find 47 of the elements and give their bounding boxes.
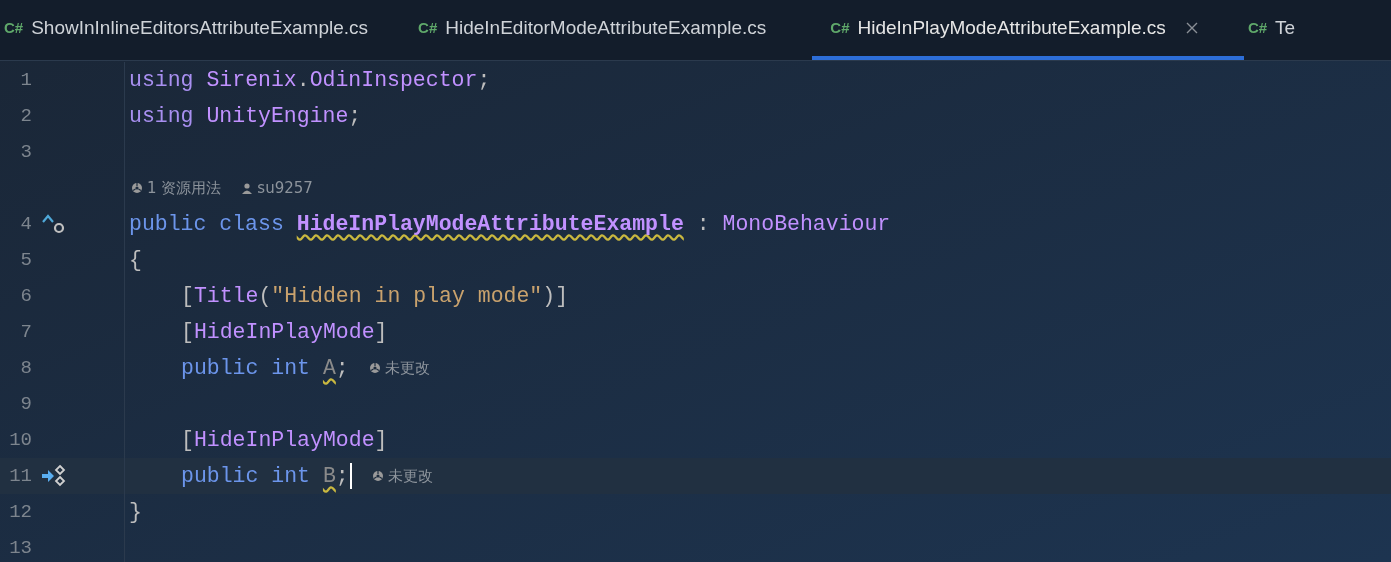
code-line: public class HideInPlayModeAttributeExample : MonoBehaviour [129,210,891,238]
code-line: } [129,498,142,526]
line-number: 1 [19,67,32,93]
unity-icon [368,362,381,374]
close-icon[interactable] [1185,22,1198,34]
line-number: 8 [19,355,32,381]
code-line: public int A; [181,354,349,382]
code-line: [HideInPlayMode] [181,318,388,346]
code-line: public int B; [181,462,349,490]
csharp-label: C# [830,17,850,38]
tab-label: HideInEditorModeAttributeExample.cs [445,15,767,40]
line-number: 9 [19,391,32,417]
text-cursor [349,463,352,489]
code-line: using Sirenix.OdinInspector; [129,66,491,94]
change-hint[interactable]: 未更改 [368,356,430,380]
line-number: 2 [19,103,32,129]
editor-tab[interactable]: C# HideInPlayModeAttributeExample.cs [812,0,1244,60]
csharp-label: C# [418,17,438,38]
person-icon [241,182,254,194]
code-line: using UnityEngine; [129,102,362,130]
line-number: 10 [8,427,32,453]
csharp-label: C# [1247,17,1268,38]
tab-label: HideInPlayModeAttributeExample.cs [857,15,1166,40]
csharp-label: C# [4,17,24,38]
serialized-arrow-icon[interactable] [40,464,68,488]
code-line: { [129,246,142,274]
tab-label: Te [1275,15,1296,40]
editor-tab[interactable]: C# Te [1243,0,1342,60]
line-number: 11 [8,463,32,489]
editor-tab[interactable]: C# ShowInInlineEditorsAttributeExample.cs [0,0,415,60]
change-hint[interactable]: 未更改 [371,464,433,488]
tab-label: ShowInInlineEditorsAttributeExample.cs [31,15,369,40]
line-number: 5 [19,247,32,273]
line-number: 13 [8,535,32,561]
line-number: 4 [19,211,32,237]
line-number: 7 [19,319,32,345]
line-number: 3 [19,139,32,165]
unity-icon [371,470,384,482]
author-hint[interactable]: su9257 [241,176,313,200]
implemented-icon[interactable] [40,213,66,235]
usages-hint[interactable]: 1 资源用法 [131,176,222,200]
code-line: [HideInPlayMode] [181,426,388,454]
line-number: 12 [8,499,32,525]
code-line: [Title("Hidden in play mode")] [181,282,569,310]
editor-tab[interactable]: C# HideInEditorModeAttributeExample.cs [414,0,813,60]
line-number: 6 [19,283,32,309]
unity-icon [131,182,143,194]
